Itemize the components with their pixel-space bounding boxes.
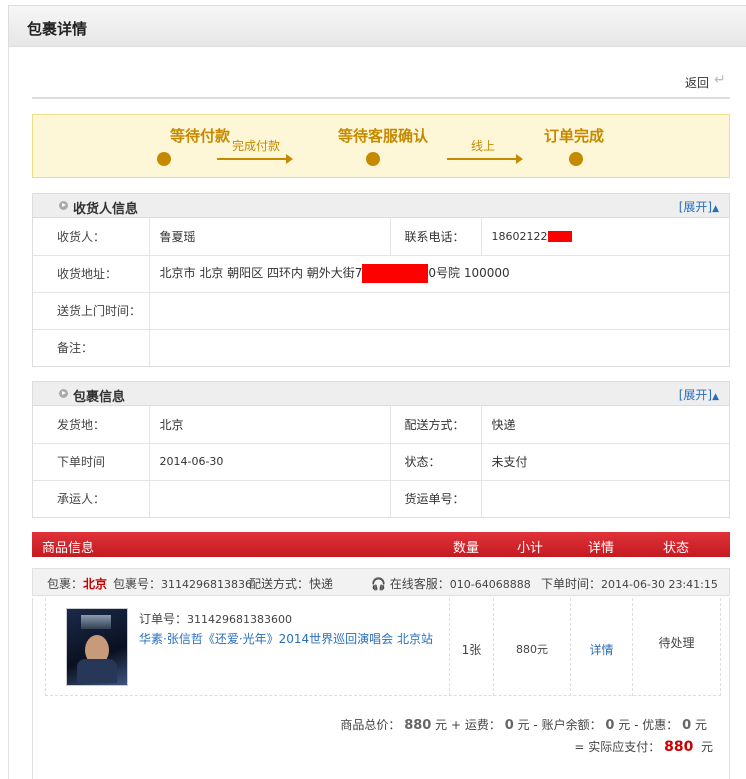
field-label: 发货地： [33, 406, 150, 443]
order-item-row: 订单号：311429681383600 华素·张信哲《还爱·光年》2014世界巡… [32, 598, 730, 698]
redaction-box [362, 264, 429, 283]
col-subtotal: 小计 [517, 541, 544, 556]
caret-up-icon[interactable]: ▲ [712, 392, 719, 402]
section-header: 包裹信息 [展开]▲ [33, 382, 729, 406]
divider [32, 97, 730, 99]
back-link[interactable]: 返回 [685, 74, 709, 91]
section-header: 收货人信息 [展开]▲ [33, 194, 729, 218]
product-name-link[interactable]: 华素·张信哲《还爱·光年》2014世界巡回演唱会 北京站 [139, 630, 433, 647]
step-arrow-icon [447, 154, 523, 164]
goods-table-header: 商品信息 数量 小计 详情 状态 [32, 532, 730, 557]
order-status: 未支付 [481, 442, 729, 480]
section-title: 收货人信息 [73, 202, 139, 217]
col-status: 状态 [663, 541, 690, 556]
step-dot [157, 152, 171, 166]
bullet-arrow-icon [59, 201, 68, 210]
step-arrow-icon [217, 154, 293, 164]
field-label: 状态： [390, 442, 482, 480]
poster-title-art [81, 615, 111, 629]
step-dot [569, 152, 583, 166]
item-subtotal: 880元 [516, 643, 548, 656]
carrier [149, 479, 391, 517]
product-thumbnail[interactable] [66, 608, 128, 686]
col-detail: 详情 [588, 541, 615, 556]
online-service[interactable]: 🎧 在线客服：010-64068888 [371, 575, 531, 592]
order-time: 2014-06-30 [149, 442, 391, 480]
order-progress: 等待付款 完成付款 等待客服确认 线上 订单完成 [32, 114, 730, 178]
caret-up-icon[interactable]: ▲ [712, 204, 719, 214]
field-label: 收货地址： [33, 254, 150, 292]
order-totals: 商品总价： 880 元 + 运费： 0 元 - 账户余额： 0 元 - 优惠： … [32, 698, 730, 779]
field-label: 送货上门时间： [33, 291, 150, 329]
ship-from: 北京 [149, 406, 391, 443]
col-quantity: 数量 [453, 541, 480, 556]
expand-toggle[interactable]: [展开]▲ [679, 386, 719, 403]
package-number: 包裹号：3114296813836 [113, 577, 252, 591]
field-label: 联系电话： [390, 218, 482, 255]
ship-method: 快递 [491, 417, 516, 432]
package-order-time: 下单时间：2014-06-30 23:41:15 [541, 577, 718, 591]
field-label: 备注： [33, 328, 150, 366]
step-order-complete: 订单完成 [543, 127, 604, 145]
redaction-box [547, 231, 572, 243]
item-qty-cell: 1张 [449, 598, 493, 696]
item-detail-link[interactable]: 详情 [571, 641, 632, 658]
col-goods-info: 商品信息 [42, 541, 95, 556]
receiver-note [149, 328, 729, 366]
package-section: 包裹信息 [展开]▲ 发货地： 北京 配送方式： 快递 下单时间 2014-06… [32, 381, 730, 518]
item-status: 待处理 [658, 636, 695, 650]
expand-toggle[interactable]: [展开]▲ [679, 198, 719, 215]
amount-due: = 实际应支付： 880 元 [574, 739, 713, 755]
step-arrow-label: 线上 [470, 139, 495, 153]
delivery-time [149, 291, 729, 329]
item-subtotal-cell: 880元 [493, 598, 570, 696]
field-label: 承运人： [33, 479, 150, 517]
field-label: 配送方式： [390, 406, 482, 443]
section-title: 包裹信息 [73, 390, 126, 405]
package-ship-method: 配送方式：快递 [249, 577, 334, 591]
page-header: 包裹详情 [8, 5, 746, 47]
price-breakdown: 商品总价： 880 元 + 运费： 0 元 - 账户余额： 0 元 - 优惠： … [340, 718, 707, 733]
package-label: 包裹：北京 [47, 577, 108, 591]
receiver-section: 收货人信息 [展开]▲ 收货人： 鲁夏瑶 联系电话： 18602122 收货地址… [32, 193, 730, 367]
return-arrow-icon[interactable]: ↵ [714, 72, 726, 88]
step-arrow-label: 完成付款 [231, 139, 280, 153]
step-awaiting-confirmation: 等待客服确认 [337, 127, 428, 145]
field-label: 货运单号： [390, 479, 482, 517]
order-number: 订单号：311429681383600 [139, 612, 292, 626]
field-label: 下单时间 [33, 442, 150, 480]
bullet-arrow-icon [59, 389, 68, 398]
headset-icon: 🎧 [371, 577, 386, 591]
item-row-frame: 订单号：311429681383600 华素·张信哲《还爱·光年》2014世界巡… [45, 598, 721, 696]
item-detail-cell: 详情 [570, 598, 632, 696]
field-label: 收货人： [33, 218, 150, 255]
receiver-name: 鲁夏瑶 [149, 218, 391, 255]
item-status-cell: 待处理 [632, 598, 720, 696]
step-dot [366, 152, 380, 166]
item-quantity: 1张 [461, 643, 482, 657]
receiver-address: 北京市 北京 朝阳区 四环内 朝外大街7 0号院 100000 [149, 254, 729, 292]
receiver-phone: 18602122 [481, 218, 729, 255]
page-title: 包裹详情 [27, 20, 88, 38]
poster-figure [77, 659, 117, 683]
tracking-number [481, 479, 729, 517]
package-summary-bar: 包裹：北京 包裹号：3114296813836 配送方式：快递 🎧 在线客服：0… [32, 568, 730, 596]
